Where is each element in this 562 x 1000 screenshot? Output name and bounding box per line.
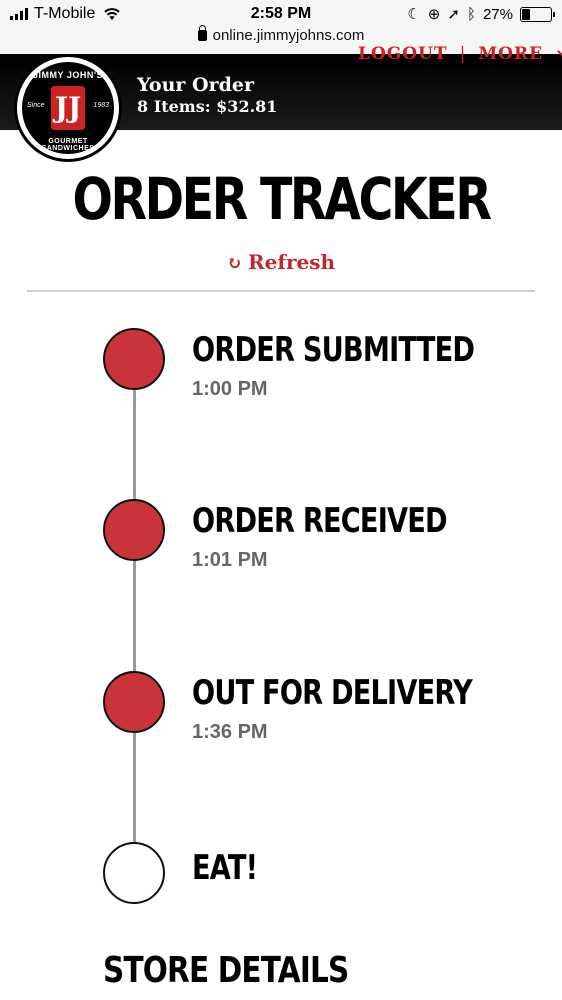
nav-separator: | [459,44,467,64]
rotation-lock-icon: ⊕ [427,6,441,23]
timeline-line [133,360,136,870]
location-icon: ➚ [447,6,460,23]
moon-icon: ☾ [407,6,421,23]
step-complete-dot [103,671,165,733]
logo-year: 1983 [93,102,109,109]
status-right: ☾ ⊕ ➚ ᛒ 27% [407,5,555,23]
store-details-heading: STORE DETAILS [103,950,349,991]
logout-link[interactable]: LOGOUT [358,44,448,64]
step-label: EAT! [192,848,258,888]
page-title: ORDER TRACKER [72,165,492,233]
step-complete-dot [103,499,165,561]
more-label: MORE [478,44,544,64]
step-label: ORDER RECEIVED [192,501,448,541]
order-summary[interactable]: 8 Items: $32.81 [137,97,277,116]
step-label: OUT FOR DELIVERY [192,673,473,713]
refresh-icon: ↻ [226,253,243,274]
battery-level [522,8,530,20]
url-text: online.jimmyjohns.com [212,27,365,44]
refresh-button[interactable]: ↻ Refresh [0,250,562,274]
address-bar[interactable]: online.jimmyjohns.com [0,25,562,44]
more-menu[interactable]: MORE [478,44,543,64]
step-time: 1:36 PM [192,721,268,743]
battery-icon [520,6,555,22]
logo-inner: JIMMY JOHN'S Since JJ 1983 GOURMET SANDW… [22,62,114,154]
logo-mark: JJ [51,86,85,130]
battery-percent: 27% [482,5,513,23]
divider [27,290,535,292]
step-time: 1:01 PM [192,549,268,571]
step-label: ORDER SUBMITTED [192,330,475,370]
chevron-down-icon[interactable] [557,44,562,58]
logo-top-text: JIMMY JOHN'S [33,70,103,80]
logo-bottom-text: GOURMET SANDWICHES [41,138,95,152]
top-nav: LOGOUT | MORE [358,44,562,64]
step-complete-dot [103,328,165,390]
refresh-label: Refresh [248,250,336,274]
bluetooth-icon: ᛒ [466,5,476,23]
site-header: JIMMY JOHN'S Since JJ 1983 GOURMET SANDW… [0,44,562,162]
logo-since: Since [27,102,45,109]
order-title[interactable]: Your Order [137,74,254,96]
jimmy-johns-logo[interactable]: JIMMY JOHN'S Since JJ 1983 GOURMET SANDW… [14,54,122,162]
step-time: 1:00 PM [192,378,268,400]
step-pending-dot [103,842,165,904]
lock-icon [197,25,207,41]
